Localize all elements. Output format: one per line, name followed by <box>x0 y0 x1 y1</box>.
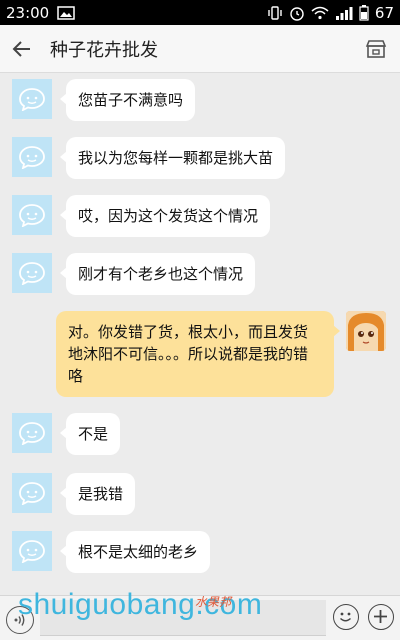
message-bubble: 我以为您每样一颗都是挑大苗 <box>59 137 286 179</box>
message-bubble: 哎，因为这个发货这个情况 <box>59 195 271 237</box>
message-bubble: 对。你发错了货，根太小，而且发货地沐阳不可信。。。所以说都是我的错咯 <box>56 311 340 397</box>
message-bubble: 根不是太细的老乡 <box>59 531 211 573</box>
avatar[interactable] <box>12 473 52 513</box>
avatar[interactable] <box>12 531 52 571</box>
avatar[interactable] <box>12 137 52 177</box>
store-icon[interactable] <box>352 25 400 73</box>
my-avatar[interactable] <box>346 311 386 351</box>
alarm-icon <box>289 5 305 21</box>
vibrate-icon <box>267 5 283 21</box>
message-bubble: 您苗子不满意吗 <box>59 79 196 121</box>
message-list[interactable]: 您苗子不满意吗 我以为您每样一颗都是挑大苗 哎，因为这个发货这个情况 刚才有个老… <box>0 73 400 595</box>
message-bubble: 是我错 <box>59 473 136 515</box>
page-title: 种子花卉批发 <box>50 39 158 61</box>
wifi-icon <box>311 6 329 20</box>
watermark-subtext: 水果邦 <box>195 595 232 609</box>
battery-level: 67 <box>374 3 394 22</box>
status-bar: 23:00 67 <box>0 0 400 25</box>
avatar[interactable] <box>12 195 52 235</box>
status-time: 23:00 <box>6 3 50 22</box>
plus-icon[interactable] <box>368 604 394 630</box>
avatar[interactable] <box>12 253 52 293</box>
message-bubble: 不是 <box>59 413 121 455</box>
avatar[interactable] <box>12 413 52 453</box>
battery-icon <box>359 4 369 21</box>
signal-icon <box>335 6 353 20</box>
avatar[interactable] <box>12 79 52 119</box>
back-arrow-icon[interactable] <box>0 25 44 73</box>
emoji-icon[interactable] <box>333 604 359 630</box>
image-icon <box>57 5 75 20</box>
chat-header: 种子花卉批发 <box>0 25 400 73</box>
message-bubble: 刚才有个老乡也这个情况 <box>59 253 256 295</box>
